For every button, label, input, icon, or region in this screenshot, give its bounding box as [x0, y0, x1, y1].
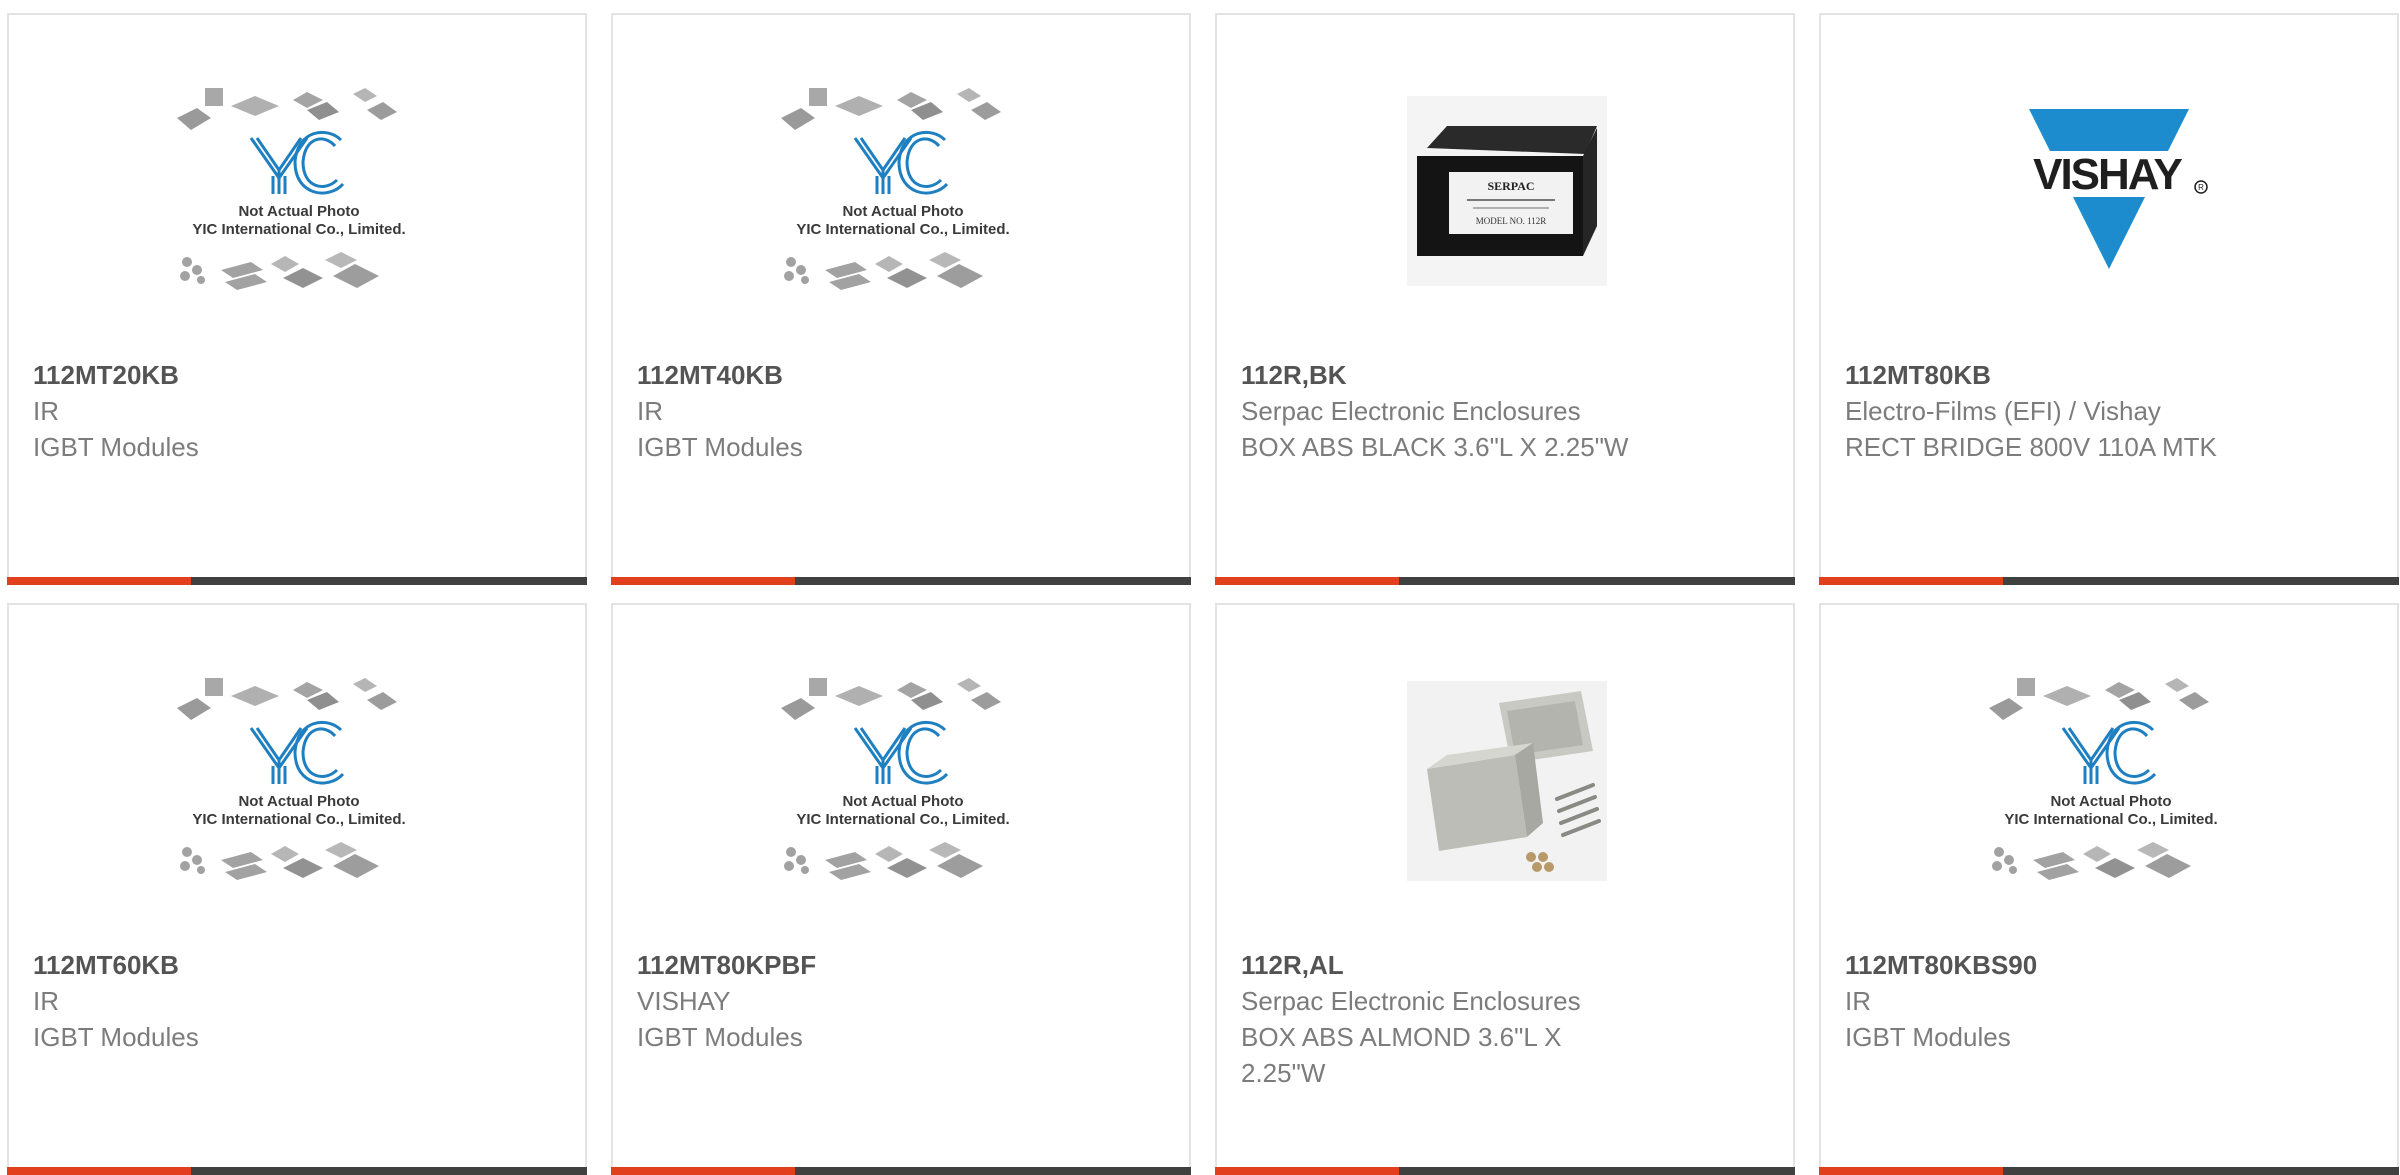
- enclosure-label-model: MODEL NO. 112R: [1476, 216, 1547, 226]
- placeholder-line2: YIC International Co., Limited.: [796, 811, 1009, 828]
- part-number[interactable]: 112R,BK: [1241, 357, 1741, 393]
- placeholder-line2: YIC International Co., Limited.: [192, 221, 405, 238]
- product-card[interactable]: Not Actual Photo YIC International Co., …: [611, 603, 1191, 1175]
- placeholder-line1: Not Actual Photo: [842, 203, 963, 220]
- yic-logo-icon: [853, 720, 949, 785]
- placeholder-line1: Not Actual Photo: [842, 793, 963, 810]
- manufacturer: IR: [637, 396, 663, 426]
- manufacturer: Electro-Films (EFI) / Vishay: [1845, 396, 2161, 426]
- product-image-almond-enclosure[interactable]: [1347, 677, 1667, 885]
- description: BOX ABS ALMOND 3.6"L X 2.25"W: [1241, 1022, 1562, 1088]
- card-accent-bar: [1215, 1167, 1795, 1175]
- yic-logo-icon: [853, 130, 949, 195]
- product-card[interactable]: SERPAC MODEL NO. 112R 112R,BK Serpac Ele…: [1215, 13, 1795, 585]
- product-card[interactable]: Not Actual Photo YIC International Co., …: [7, 13, 587, 585]
- enclosure-label-brand: SERPAC: [1487, 179, 1534, 193]
- product-card[interactable]: Not Actual Photo YIC International Co., …: [1819, 603, 2399, 1175]
- chip-packages-bottom-icon: [784, 252, 983, 290]
- placeholder-line2: YIC International Co., Limited.: [2004, 811, 2217, 828]
- description: IGBT Modules: [33, 1022, 199, 1052]
- product-card[interactable]: 112R,AL Serpac Electronic Enclosures BOX…: [1215, 603, 1795, 1175]
- manufacturer: IR: [33, 396, 59, 426]
- part-number[interactable]: 112MT40KB: [637, 357, 1137, 393]
- product-card[interactable]: Not Actual Photo YIC International Co., …: [7, 603, 587, 1175]
- product-image-yic-placeholder[interactable]: Not Actual Photo YIC International Co., …: [1951, 677, 2271, 885]
- description: RECT BRIDGE 800V 110A MTK: [1845, 432, 2217, 462]
- black-enclosure-icon: SERPAC MODEL NO. 112R: [1417, 126, 1597, 256]
- placeholder-line2: YIC International Co., Limited.: [192, 811, 405, 828]
- card-accent-bar: [611, 1167, 1191, 1175]
- description: IGBT Modules: [33, 432, 199, 462]
- card-accent-bar: [1215, 577, 1795, 585]
- product-image-yic-placeholder[interactable]: Not Actual Photo YIC International Co., …: [743, 677, 1063, 885]
- manufacturer: IR: [33, 986, 59, 1016]
- product-image-yic-placeholder[interactable]: Not Actual Photo YIC International Co., …: [743, 87, 1063, 295]
- chip-packages-bottom-icon: [1992, 842, 2191, 880]
- chip-packages-top-icon: [1989, 678, 2209, 720]
- vishay-logo-text: VISHAY: [2033, 150, 2182, 199]
- manufacturer: Serpac Electronic Enclosures: [1241, 396, 1581, 426]
- description: IGBT Modules: [637, 432, 803, 462]
- part-number[interactable]: 112MT80KB: [1845, 357, 2345, 393]
- chip-packages-top-icon: [177, 88, 397, 130]
- chip-packages-bottom-icon: [180, 252, 379, 290]
- part-number[interactable]: 112MT60KB: [33, 947, 533, 983]
- yic-logo-icon: [249, 720, 345, 785]
- chip-packages-top-icon: [177, 678, 397, 720]
- placeholder-line1: Not Actual Photo: [238, 793, 359, 810]
- card-accent-bar: [1819, 577, 2399, 585]
- description: BOX ABS BLACK 3.6"L X 2.25"W: [1241, 432, 1629, 462]
- product-image-vishay-logo[interactable]: VISHAY R: [1951, 87, 2271, 295]
- product-card[interactable]: Not Actual Photo YIC International Co., …: [611, 13, 1191, 585]
- chip-packages-top-icon: [781, 678, 1001, 720]
- part-number[interactable]: 112MT20KB: [33, 357, 533, 393]
- product-image-yic-placeholder[interactable]: Not Actual Photo YIC International Co., …: [139, 87, 459, 295]
- part-number[interactable]: 112MT80KPBF: [637, 947, 1137, 983]
- card-accent-bar: [611, 577, 1191, 585]
- description: IGBT Modules: [1845, 1022, 2011, 1052]
- manufacturer: VISHAY: [637, 986, 731, 1016]
- vishay-logo-icon: VISHAY R: [2017, 109, 2208, 269]
- placeholder-line2: YIC International Co., Limited.: [796, 221, 1009, 238]
- description: IGBT Modules: [637, 1022, 803, 1052]
- svg-text:R: R: [2198, 183, 2204, 192]
- chip-packages-bottom-icon: [784, 842, 983, 880]
- part-number[interactable]: 112MT80KBS90: [1845, 947, 2345, 983]
- product-grid: Not Actual Photo YIC International Co., …: [7, 13, 2399, 1175]
- card-accent-bar: [1819, 1167, 2399, 1175]
- yic-logo-icon: [249, 130, 345, 195]
- manufacturer: Serpac Electronic Enclosures: [1241, 986, 1581, 1016]
- chip-packages-bottom-icon: [180, 842, 379, 880]
- card-accent-bar: [7, 1167, 587, 1175]
- chip-packages-top-icon: [781, 88, 1001, 130]
- placeholder-line1: Not Actual Photo: [238, 203, 359, 220]
- manufacturer: IR: [1845, 986, 1871, 1016]
- product-image-yic-placeholder[interactable]: Not Actual Photo YIC International Co., …: [139, 677, 459, 885]
- card-accent-bar: [7, 577, 587, 585]
- placeholder-line1: Not Actual Photo: [2050, 793, 2171, 810]
- part-number[interactable]: 112R,AL: [1241, 947, 1741, 983]
- yic-logo-icon: [2061, 720, 2157, 785]
- product-image-black-enclosure[interactable]: SERPAC MODEL NO. 112R: [1347, 87, 1667, 295]
- product-card[interactable]: VISHAY R 112MT80KB Electro-Films (EFI) /…: [1819, 13, 2399, 585]
